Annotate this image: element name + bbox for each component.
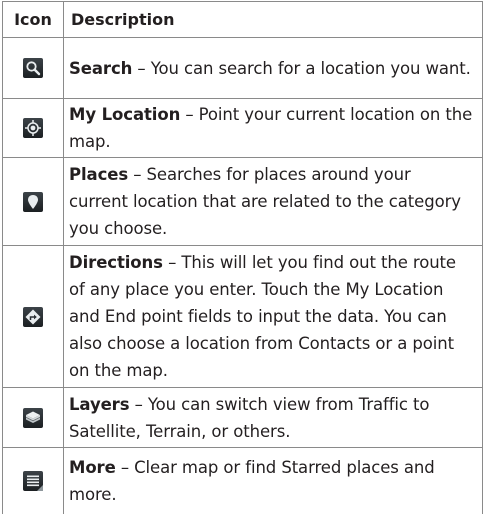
my-location-icon	[23, 118, 43, 139]
row-description: Places – Searches for places around your…	[63, 157, 483, 246]
table-row: My Location – Point your current locatio…	[2, 98, 483, 158]
header-description: Description	[63, 1, 483, 38]
table-row: Directions – This will let you find out …	[2, 245, 483, 388]
row-term: Layers	[69, 394, 130, 414]
row-term: Directions	[69, 253, 163, 272]
row-term: More	[69, 457, 116, 477]
row-description: Layers – You can switch view from Traffi…	[63, 387, 483, 448]
row-description: Search – You can search for a location y…	[63, 37, 483, 99]
row-text: – Clear map or find Starred places and m…	[69, 457, 435, 504]
layers-icon	[23, 407, 43, 428]
table-row: Places – Searches for places around your…	[2, 157, 483, 246]
row-term: My Location	[69, 105, 181, 124]
table-header-row: Icon Description	[2, 1, 483, 38]
search-icon	[23, 58, 43, 79]
row-description: My Location – Point your current locatio…	[63, 98, 483, 158]
places-pin-icon	[23, 191, 43, 212]
table-row: Layers – You can switch view from Traffi…	[2, 387, 483, 448]
table-row: Search – You can search for a location y…	[2, 37, 483, 99]
icon-description-table: Icon Description Search – You can search…	[2, 1, 483, 514]
table-row: More – Clear map or find Starred places …	[2, 447, 483, 514]
row-text: – This will let you find out the route o…	[69, 253, 456, 380]
row-description: Directions – This will let you find out …	[63, 245, 483, 388]
row-text: – Searches for places around your curren…	[69, 165, 461, 238]
row-term: Search	[69, 58, 133, 78]
more-menu-icon	[23, 471, 43, 491]
row-text: – You can search for a location you want…	[132, 58, 471, 78]
row-description: More – Clear map or find Starred places …	[63, 447, 483, 514]
directions-icon	[23, 306, 43, 327]
row-term: Places	[69, 165, 129, 184]
header-icon: Icon	[2, 1, 64, 38]
